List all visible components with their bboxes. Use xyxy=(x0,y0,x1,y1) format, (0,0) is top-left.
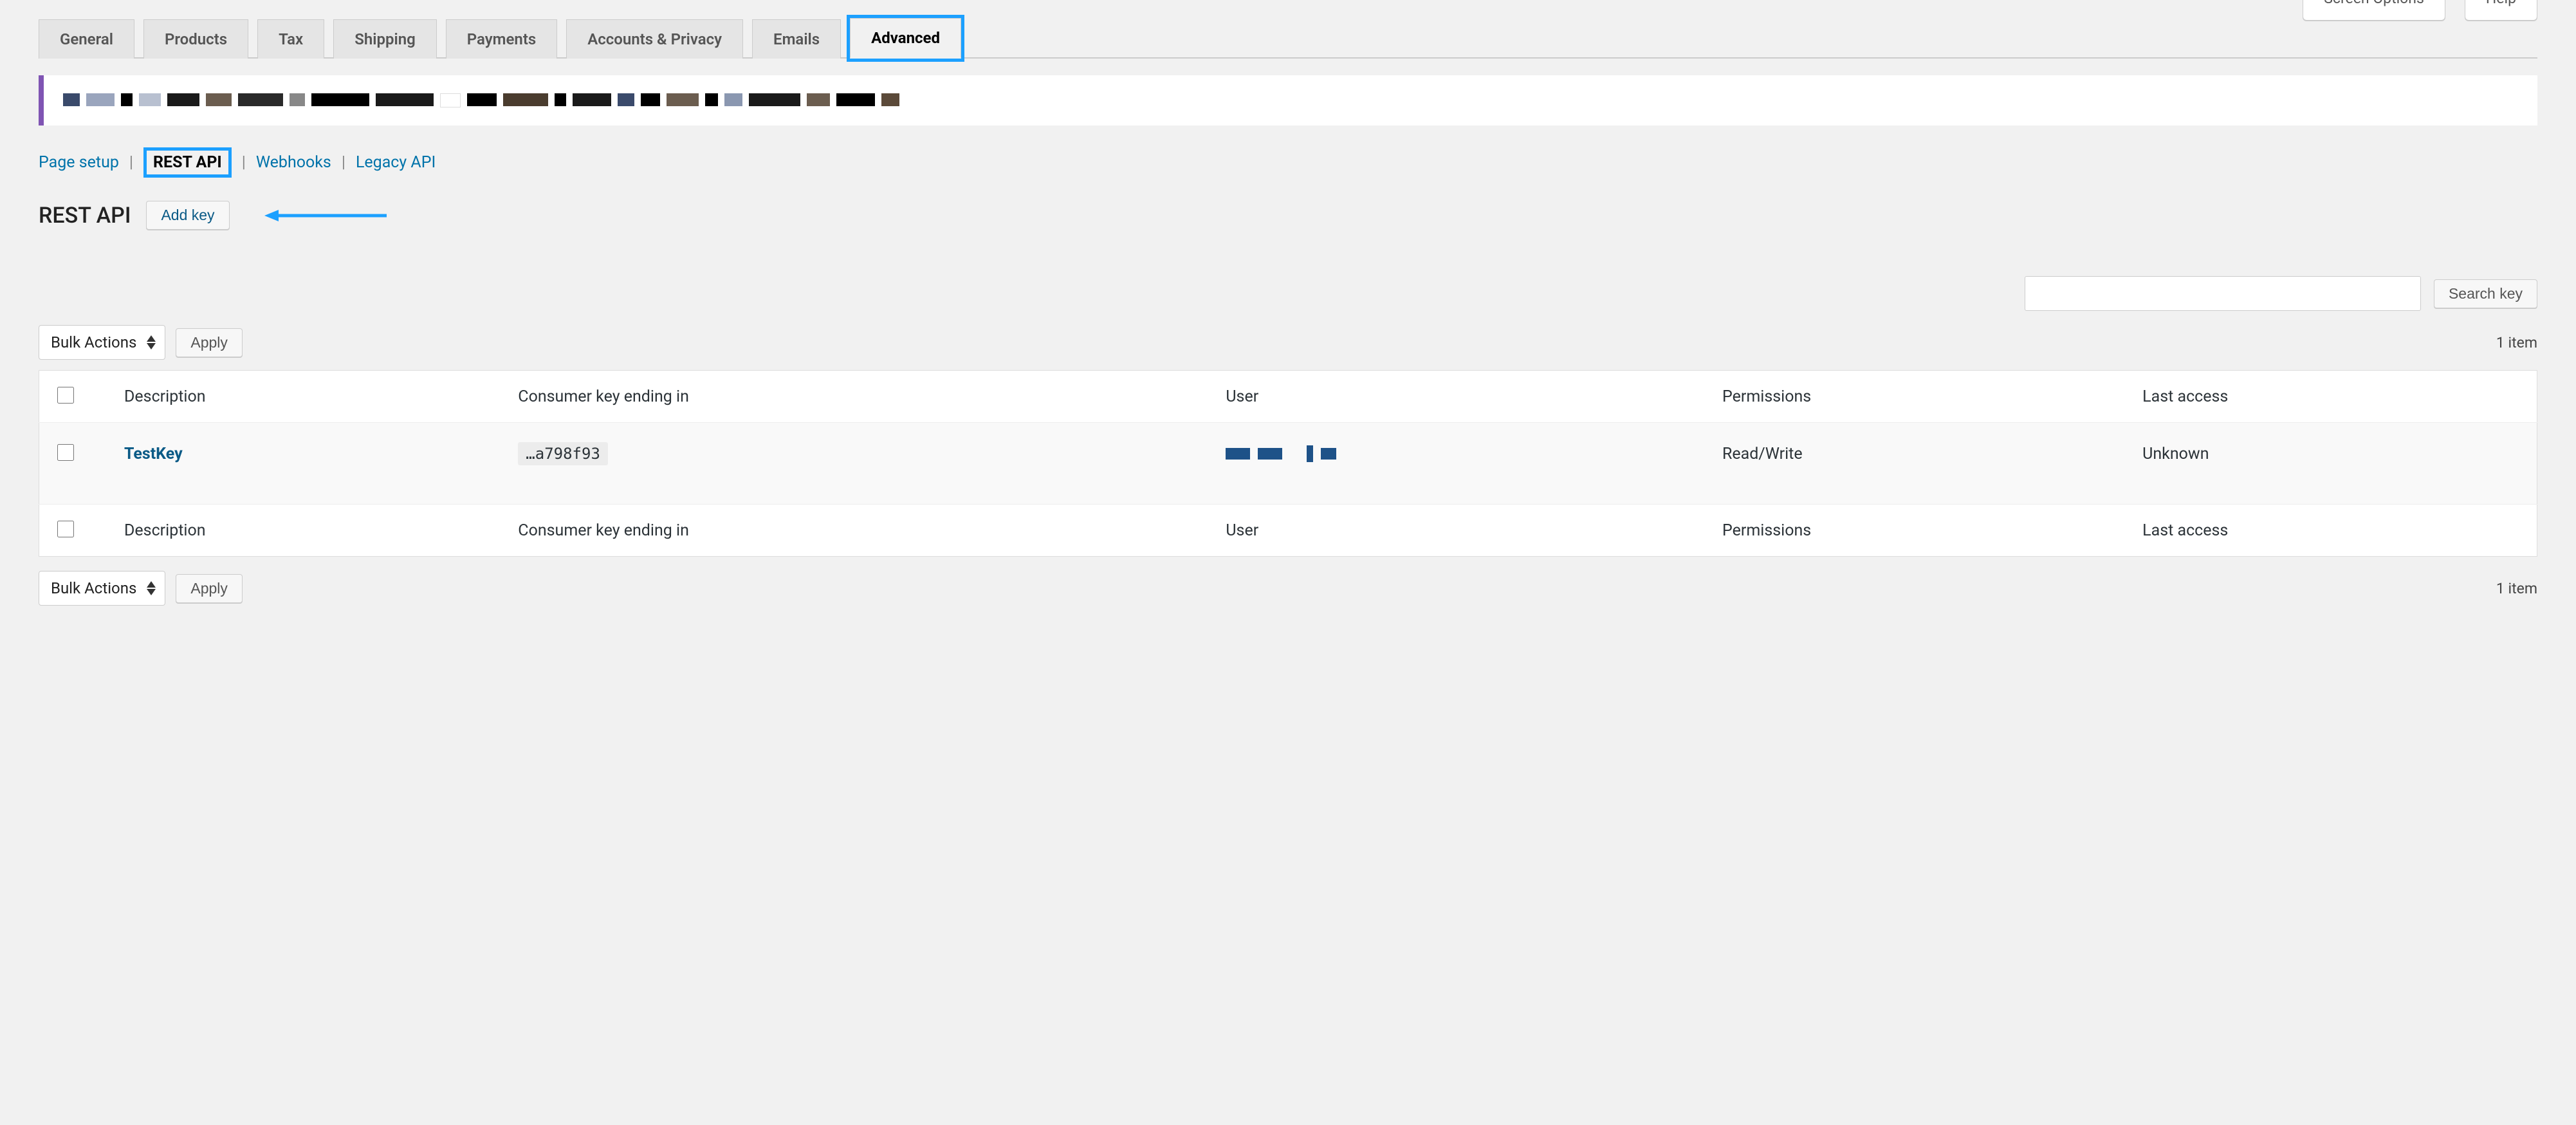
tab-tax[interactable]: Tax xyxy=(257,19,324,59)
subnav-legacy-api[interactable]: Legacy API xyxy=(356,153,436,172)
col-last-access-footer[interactable]: Last access xyxy=(2127,505,2537,557)
col-user[interactable]: User xyxy=(1210,371,1707,423)
separator: | xyxy=(242,153,246,172)
permissions-value: Read/Write xyxy=(1707,423,2127,505)
settings-tabs: General Products Tax Shipping Payments A… xyxy=(39,17,2537,59)
key-description-link[interactable]: TestKey xyxy=(124,445,183,463)
tab-shipping[interactable]: Shipping xyxy=(333,19,437,59)
col-description-footer[interactable]: Description xyxy=(109,505,502,557)
page-title: REST API xyxy=(39,203,131,228)
user-cell[interactable] xyxy=(1210,423,1707,505)
subnav-page-setup[interactable]: Page setup xyxy=(39,153,119,172)
screen-options-button[interactable]: Screen Options xyxy=(2303,0,2445,21)
select-all-checkbox-footer[interactable] xyxy=(57,521,74,537)
help-button[interactable]: Help xyxy=(2465,0,2537,21)
sort-icon xyxy=(147,335,156,349)
col-permissions-footer[interactable]: Permissions xyxy=(1707,505,2127,557)
search-key-button[interactable]: Search key xyxy=(2434,279,2537,308)
separator: | xyxy=(129,153,133,172)
col-user-footer[interactable]: User xyxy=(1210,505,1707,557)
subnav-webhooks[interactable]: Webhooks xyxy=(256,153,331,172)
bulk-actions-select[interactable]: Bulk Actions xyxy=(39,325,165,360)
bulk-actions-label: Bulk Actions xyxy=(51,333,136,351)
tab-products[interactable]: Products xyxy=(143,19,248,59)
subnav-rest-api[interactable]: REST API xyxy=(143,147,232,178)
col-description[interactable]: Description xyxy=(109,371,502,423)
col-consumer-key-footer[interactable]: Consumer key ending in xyxy=(502,505,1210,557)
item-count-bottom: 1 item xyxy=(2496,580,2537,597)
tab-emails[interactable]: Emails xyxy=(752,19,841,59)
tab-accounts-privacy[interactable]: Accounts & Privacy xyxy=(566,19,743,59)
annotation-arrow xyxy=(264,208,387,223)
select-all-checkbox[interactable] xyxy=(57,387,74,404)
col-permissions[interactable]: Permissions xyxy=(1707,371,2127,423)
add-key-button[interactable]: Add key xyxy=(146,201,229,230)
notice-banner xyxy=(39,75,2537,126)
table-header-row: Description Consumer key ending in User … xyxy=(39,371,2537,423)
table-row: TestKey …a798f93 Read/Write Unknown xyxy=(39,423,2537,505)
redacted-text xyxy=(63,93,899,107)
advanced-subnav: Page setup | REST API | Webhooks | Legac… xyxy=(39,147,2537,178)
bulk-actions-label-bottom: Bulk Actions xyxy=(51,579,136,597)
redacted-user xyxy=(1226,445,1691,462)
item-count: 1 item xyxy=(2496,334,2537,351)
col-consumer-key[interactable]: Consumer key ending in xyxy=(502,371,1210,423)
tab-advanced[interactable]: Advanced xyxy=(850,18,961,59)
last-access-value: Unknown xyxy=(2127,423,2537,505)
separator: | xyxy=(342,153,345,172)
sort-icon xyxy=(147,581,156,595)
table-footer-row: Description Consumer key ending in User … xyxy=(39,505,2537,557)
consumer-key-value: …a798f93 xyxy=(518,442,608,465)
row-checkbox[interactable] xyxy=(57,444,74,461)
apply-bulk-button[interactable]: Apply xyxy=(176,328,243,357)
tab-payments[interactable]: Payments xyxy=(446,19,557,59)
tab-general[interactable]: General xyxy=(39,19,134,59)
api-keys-table: Description Consumer key ending in User … xyxy=(39,370,2537,557)
apply-bulk-button-bottom[interactable]: Apply xyxy=(176,574,243,603)
col-last-access[interactable]: Last access xyxy=(2127,371,2537,423)
search-input[interactable] xyxy=(2025,276,2421,311)
bulk-actions-select-bottom[interactable]: Bulk Actions xyxy=(39,571,165,606)
